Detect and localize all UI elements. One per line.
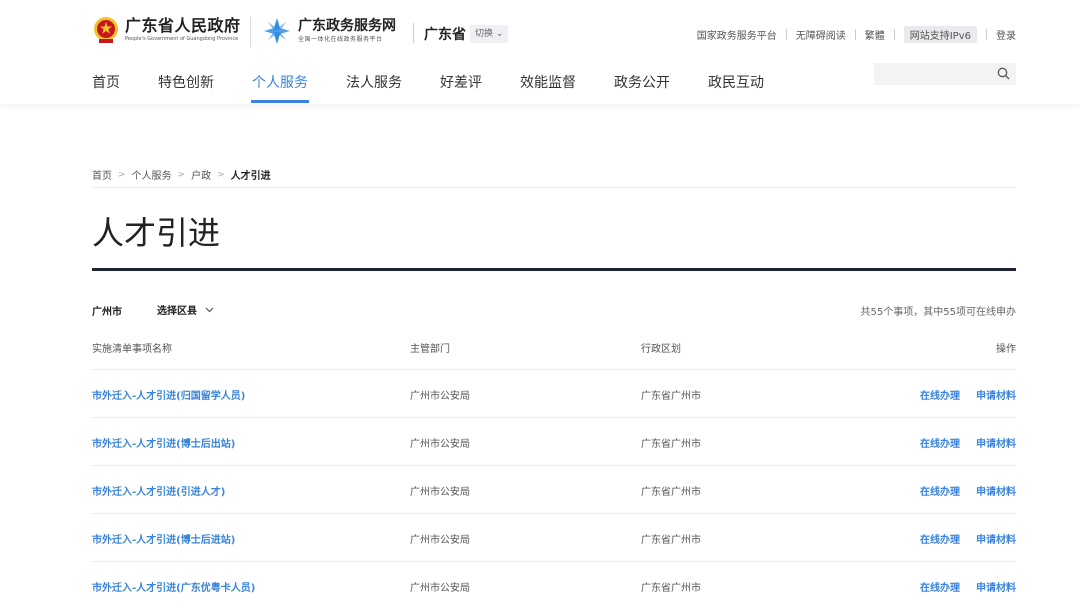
chevron-right-icon: > [217,169,225,180]
item-region: 广东省广州市 [641,391,701,402]
breadcrumb-home[interactable]: 首页 [92,167,112,182]
top-link-national-platform[interactable]: 国家政务服务平台 [697,27,777,42]
top-link-separator [854,29,856,40]
chevron-down-icon: ⌄ [495,29,504,39]
table-row: 市外迁入-人才引进(引进人才) 广州市公安局 广东省广州市 在线办理 申请材料 [92,466,1016,514]
materials-link[interactable]: 申请材料 [976,387,1016,402]
online-apply-link[interactable]: 在线办理 [920,435,960,450]
gov-logo[interactable]: 广东省人民政府 People's Government of Guangdong… [93,16,241,44]
item-region: 广东省广州市 [641,487,701,498]
column-header-department: 主管部门 [410,344,450,355]
search-input[interactable] [874,63,1016,85]
materials-link[interactable]: 申请材料 [976,531,1016,546]
header-divider [413,23,414,43]
materials-link[interactable]: 申请材料 [976,483,1016,498]
table-row: 市外迁入-人才引进(广东优粤卡人员) 广州市公安局 广东省广州市 在线办理 申请… [92,562,1016,610]
service-name: 广东政务服务网 [298,17,396,34]
service-subtitle: 全国一体化在线政务服务平台 [298,35,383,43]
item-name-link[interactable]: 市外迁入-人才引进(广东优粤卡人员) [92,579,255,594]
nav-item-featured[interactable]: 特色创新 [158,72,214,103]
table-row: 市外迁入-人才引进(博士后进站) 广州市公安局 广东省广州市 在线办理 申请材料 [92,514,1016,562]
item-name-link[interactable]: 市外迁入-人才引进(引进人才) [92,483,225,498]
nav-item-personal[interactable]: 个人服务 [251,72,309,103]
breadcrumb-household[interactable]: 户政 [191,167,211,182]
breadcrumb: 首页 > 个人服务 > 户政 > 人才引进 [92,167,271,183]
online-apply-link[interactable]: 在线办理 [920,483,960,498]
region-switch-label: 切换 [475,29,494,39]
district-select[interactable]: 选择区县 [157,302,214,317]
materials-link[interactable]: 申请材料 [976,435,1016,450]
nav-item-supervision[interactable]: 效能监督 [520,72,576,103]
item-department: 广州市公安局 [410,535,470,546]
gov-english-name: People's Government of Guangdong Provinc… [125,35,239,42]
online-apply-link[interactable]: 在线办理 [920,531,960,546]
breadcrumb-current: 人才引进 [230,171,271,182]
nav-item-legal-entity[interactable]: 法人服务 [346,72,402,103]
table-row: 市外迁入-人才引进(归国留学人员) 广州市公安局 广东省广州市 在线办理 申请材… [92,370,1016,418]
top-link-accessibility[interactable]: 无障碍阅读 [796,27,846,42]
nav-item-interaction[interactable]: 政民互动 [708,72,764,103]
district-select-label: 选择区县 [157,306,197,317]
item-name-link[interactable]: 市外迁入-人才引进(博士后进站) [92,531,235,546]
nav-item-public-affairs[interactable]: 政务公开 [614,72,670,103]
chevron-down-icon [205,307,214,312]
breadcrumb-divider [92,187,1016,188]
top-links: 国家政务服务平台 无障碍阅读 繁體 网站支持IPv6 登录 [697,26,1016,43]
column-header-region: 行政区划 [641,344,681,355]
item-department: 广州市公安局 [410,391,470,402]
title-rule [92,268,1016,271]
top-link-separator [986,29,987,40]
ipv6-badge: 网站支持IPv6 [903,26,977,43]
region-switch-button[interactable]: 切换 ⌄ [470,25,509,43]
site-header: 广东省人民政府 People's Government of Guangdong… [0,0,1080,104]
region-name: 广东省 [424,27,466,43]
search-icon[interactable] [997,67,1010,80]
top-link-traditional[interactable]: 繁體 [865,27,885,42]
item-department: 广州市公安局 [410,583,470,594]
materials-link[interactable]: 申请材料 [976,579,1016,594]
service-logo[interactable]: 广东政务服务网 全国一体化在线政务服务平台 [263,17,396,45]
table-row: 市外迁入-人才引进(博士后出站) 广州市公安局 广东省广州市 在线办理 申请材料 [92,418,1016,466]
item-department: 广州市公安局 [410,439,470,450]
nav-item-review[interactable]: 好差评 [440,72,482,103]
item-name-link[interactable]: 市外迁入-人才引进(博士后出站) [92,435,235,450]
city-filter[interactable]: 广州市 [92,303,122,318]
nav-item-home[interactable]: 首页 [92,72,120,103]
top-link-separator [893,29,895,40]
online-apply-link[interactable]: 在线办理 [920,387,960,402]
item-count-summary: 共55个事项，其中55项可在线申办 [860,307,1016,318]
breadcrumb-personal[interactable]: 个人服务 [132,167,172,182]
column-header-name: 实施清单事项名称 [92,344,172,355]
top-link-separator [785,29,787,40]
table-header: 实施清单事项名称 主管部门 行政区划 操作 [92,340,1016,370]
item-department: 广州市公安局 [410,487,470,498]
online-apply-link[interactable]: 在线办理 [920,579,960,594]
header-divider [250,17,251,47]
chevron-right-icon: > [177,169,186,180]
gov-name: 广东省人民政府 [125,15,241,35]
column-header-actions: 操作 [996,344,1016,355]
item-region: 广东省广州市 [641,535,701,546]
service-star-icon [264,18,290,44]
chevron-right-icon: > [118,169,126,180]
login-link[interactable]: 登录 [996,27,1016,42]
page-title: 人才引进 [92,214,221,252]
item-region: 广东省广州市 [641,439,701,450]
item-name-link[interactable]: 市外迁入-人才引进(归国留学人员) [92,387,245,402]
item-region: 广东省广州市 [641,583,701,594]
national-emblem-icon [94,17,118,43]
main-nav: 首页 特色创新 个人服务 法人服务 好差评 效能监督 政务公开 政民互动 [92,72,802,103]
